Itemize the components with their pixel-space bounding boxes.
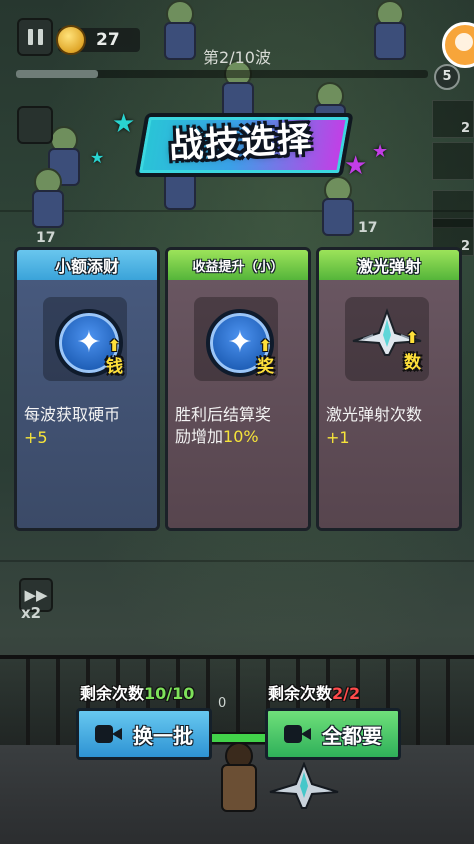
- damage-number: 17: [36, 230, 56, 246]
- card-header: 收益提升（小）: [168, 250, 308, 280]
- take-all-remaining-count: 2/2: [332, 684, 361, 703]
- skill-card-coins[interactable]: 小额添财 ✦ ⬆ 钱 每波获取硬币 +5: [14, 247, 160, 531]
- zombie: [28, 168, 64, 230]
- coin-badge-icon: ✦ ⬆ 钱: [55, 309, 123, 377]
- card-description-line: 励增加: [175, 427, 224, 446]
- road-divider: [0, 210, 474, 212]
- video-ad-icon: [284, 724, 312, 744]
- refresh-remaining: 剩余次数10/10: [80, 680, 194, 704]
- skill-card-laser[interactable]: 激光弹射 ⬆ 数 激光弹射次数 +1: [316, 247, 462, 531]
- skill-card-reward[interactable]: 收益提升（小） ✦ ⬆ 奖 胜利后结算奖 励增加10%: [165, 247, 311, 531]
- card-header: 激光弹射: [319, 250, 459, 280]
- star-icon: ★: [90, 148, 105, 167]
- small-counter: 0: [218, 696, 227, 711]
- card-icon-frame: ✦ ⬆ 奖: [194, 297, 278, 381]
- card-icon-tag: 数: [404, 353, 421, 373]
- card-value: +5: [24, 428, 48, 447]
- zombie: [318, 176, 354, 238]
- card-header: 小额添财: [17, 250, 157, 280]
- skill-slot: [432, 142, 474, 180]
- skill-slot: 2: [432, 100, 474, 138]
- card-icon-tag: 钱: [106, 357, 123, 377]
- wave-badge: 5: [434, 64, 460, 90]
- card-icon-tag: 奖: [257, 357, 274, 377]
- speed-label: x2: [21, 604, 42, 622]
- take-all-button[interactable]: 全都要: [265, 708, 401, 760]
- damage-number: 17: [358, 220, 378, 236]
- card-description: 胜利后结算奖 励增加10%: [175, 404, 303, 448]
- hero-character: [215, 742, 257, 812]
- card-description: 激光弹射次数: [326, 405, 423, 424]
- card-value: 10%: [223, 427, 259, 446]
- wave-label: 第2/10波: [203, 48, 271, 67]
- card-description-line: 胜利后结算奖: [175, 405, 272, 424]
- star-icon: ★: [372, 141, 389, 162]
- take-all-button-label: 全都要: [322, 723, 382, 748]
- take-all-remaining-label: 剩余次数: [268, 684, 333, 703]
- video-ad-icon: [95, 724, 123, 744]
- star-icon: ★: [344, 151, 368, 181]
- wave-progress-fill: [16, 70, 99, 78]
- skill-slot-count: 2: [460, 239, 470, 254]
- refresh-button-label: 换一批: [133, 723, 193, 748]
- title-text: 战技选择: [168, 119, 315, 167]
- take-all-remaining: 剩余次数2/2: [268, 680, 360, 704]
- card-icon-frame: ⬆ 数: [345, 297, 429, 381]
- road-divider: [0, 560, 474, 562]
- refresh-button[interactable]: 换一批: [76, 708, 212, 760]
- skill-slot-count: 2: [460, 121, 470, 136]
- card-description: 每波获取硬币: [24, 405, 121, 424]
- jet-turret: [268, 761, 340, 812]
- reward-badge-icon: ✦ ⬆ 奖: [206, 309, 274, 377]
- refresh-remaining-label: 剩余次数: [80, 684, 145, 703]
- skill-select-title: 战技选择 ★ ★ ★ ★: [90, 105, 388, 179]
- star-icon: ★: [112, 109, 136, 139]
- card-icon-frame: ✦ ⬆ 钱: [43, 297, 127, 381]
- wave-progress-bar: [16, 70, 428, 78]
- card-value: +1: [326, 428, 350, 447]
- refresh-remaining-count: 10/10: [144, 684, 195, 703]
- city-icon[interactable]: [17, 106, 53, 144]
- up-arrow-icon: ⬆: [405, 328, 419, 347]
